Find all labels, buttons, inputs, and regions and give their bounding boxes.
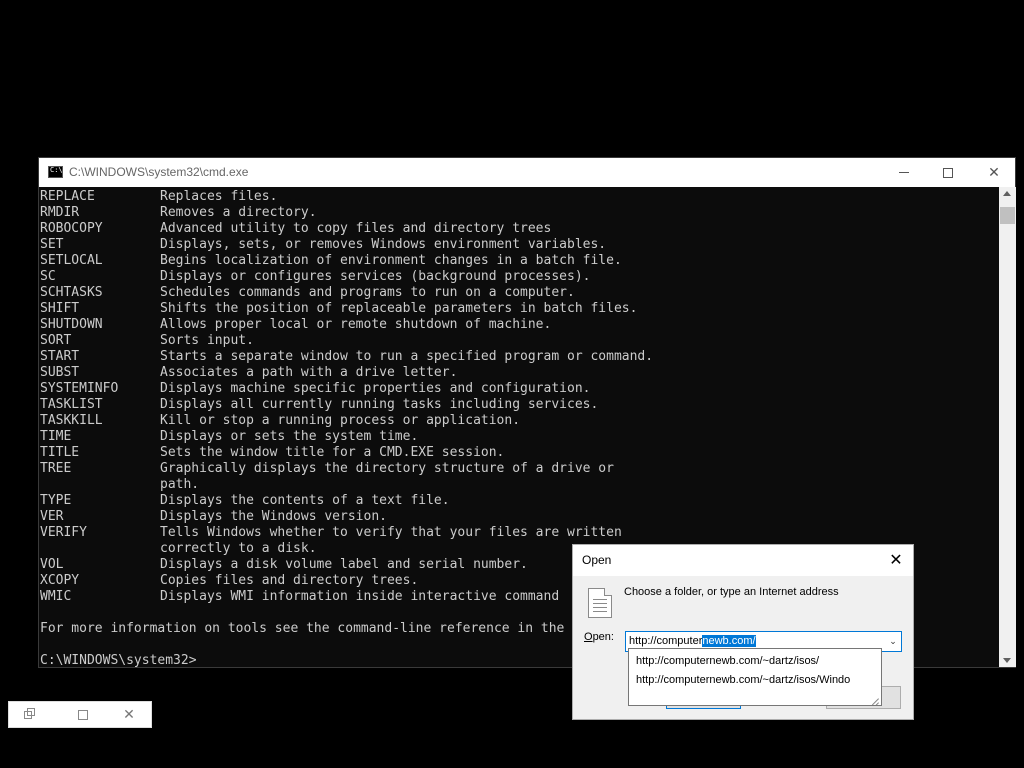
resize-grip-icon[interactable] [868,692,880,705]
command-description: Copies files and directory trees. [160,573,419,588]
command-description: Allows proper local or remote shutdown o… [160,317,552,332]
command-name: SORT [40,333,72,348]
command-name: SYSTEMINFO [40,381,119,396]
dialog-close-button[interactable]: ✕ [885,550,907,570]
command-name: TIME [40,429,72,444]
maximize-button[interactable] [925,158,971,187]
command-description: Tells Windows whether to verify that you… [160,525,622,540]
command-name: TYPE [40,493,72,508]
restore-button[interactable] [21,707,37,723]
open-field-label: Open: [584,631,614,643]
command-description: Displays or configures services (backgro… [160,269,591,284]
document-line [593,611,607,612]
document-line [593,603,607,604]
cmd-icon [48,166,63,178]
command-description: Displays all currently running tasks inc… [160,397,599,412]
command-description: Associates a path with a drive letter. [160,365,458,380]
open-label-text: pen: [592,631,614,643]
command-name: START [40,349,80,364]
command-description: Displays or sets the system time. [160,429,419,444]
command-description: Schedules commands and programs to run o… [160,285,575,300]
document-line [593,607,607,608]
command-description: Displays a disk volume label and serial … [160,557,528,572]
command-name: SET [40,237,64,252]
console-prompt: C:\WINDOWS\system32> [40,653,197,667]
command-description: Sets the window title for a CMD.EXE sess… [160,445,505,460]
document-icon [588,588,612,618]
command-description: Displays the Windows version. [160,509,387,524]
autocomplete-item[interactable]: http://computernewb.com/~dartz/isos/Wind… [636,671,850,689]
command-description: Displays machine specific properties and… [160,381,591,396]
command-description: Removes a directory. [160,205,317,220]
maximize-icon [78,710,88,720]
command-description: Shifts the position of replaceable param… [160,301,638,316]
close-icon: ✕ [889,550,903,569]
command-description: Begins localization of environment chang… [160,253,622,268]
command-description: Displays, sets, or removes Windows envir… [160,237,607,252]
console-footer-line: For more information on tools see the co… [40,621,565,636]
autocomplete-item[interactable]: http://computernewb.com/~dartz/isos/ [636,652,819,670]
input-text-selected: newb.com/ [702,635,756,647]
restore-icon-back [24,711,32,719]
maximize-button[interactable] [75,707,91,723]
command-name: XCOPY [40,573,80,588]
command-name: SC [40,269,56,284]
command-name: VOL [40,557,64,572]
command-description: Kill or stop a running process or applic… [160,413,521,428]
close-button[interactable]: ✕ [121,707,137,723]
dialog-prompt-text: Choose a folder, or type an Internet add… [624,586,839,598]
close-icon: ✕ [988,164,1000,181]
command-name: ROBOCOPY [40,221,103,236]
vertical-scrollbar[interactable] [999,187,1016,667]
command-description: Displays the contents of a text file. [160,493,450,508]
scroll-down-icon[interactable] [1003,658,1011,663]
close-icon: ✕ [123,707,135,723]
command-name: SCHTASKS [40,285,103,300]
cmd-window-title: C:\WINDOWS\system32\cmd.exe [69,165,249,179]
open-address-input[interactable]: http://computernewb.com/ [629,635,756,647]
dialog-titlebar[interactable]: Open ✕ [573,545,913,576]
command-description: Advanced utility to copy files and direc… [160,221,552,236]
minimize-button[interactable] [881,158,927,187]
minimize-icon [899,172,909,173]
command-name: SHIFT [40,301,80,316]
command-name: VERIFY [40,525,87,540]
command-name: SUBST [40,365,80,380]
command-name: REPLACE [40,189,95,204]
command-name: TASKLIST [40,397,103,412]
command-name: TREE [40,461,72,476]
close-button[interactable]: ✕ [971,158,1017,187]
command-description: path. [160,477,200,492]
cmd-titlebar[interactable]: C:\WINDOWS\system32\cmd.exe ✕ [39,158,1015,187]
open-label-accelerator: O [584,631,593,643]
minimized-window[interactable]: ✕ [8,701,152,728]
autocomplete-dropdown: http://computernewb.com/~dartz/isos/ htt… [628,648,882,706]
command-name: SHUTDOWN [40,317,103,332]
document-fold [604,588,612,596]
input-text-unselected: http://computer [629,635,703,647]
command-description: Starts a separate window to run a specif… [160,349,654,364]
document-line [593,599,607,600]
command-description: Sorts input. [160,333,254,348]
command-name: WMIC [40,589,72,604]
command-name: SETLOCAL [40,253,103,268]
scroll-up-icon[interactable] [1003,191,1011,196]
maximize-icon [943,167,953,178]
command-name: TITLE [40,445,80,460]
scroll-thumb[interactable] [1000,207,1015,224]
command-description: Replaces files. [160,189,278,204]
dialog-title: Open [582,553,612,567]
chevron-down-icon[interactable]: ⌄ [888,637,898,647]
command-description: Displays WMI information inside interact… [160,589,560,604]
command-description: Graphically displays the directory struc… [160,461,614,476]
command-name: RMDIR [40,205,80,220]
command-name: VER [40,509,64,524]
command-description: correctly to a disk. [160,541,317,556]
command-name: TASKKILL [40,413,103,428]
